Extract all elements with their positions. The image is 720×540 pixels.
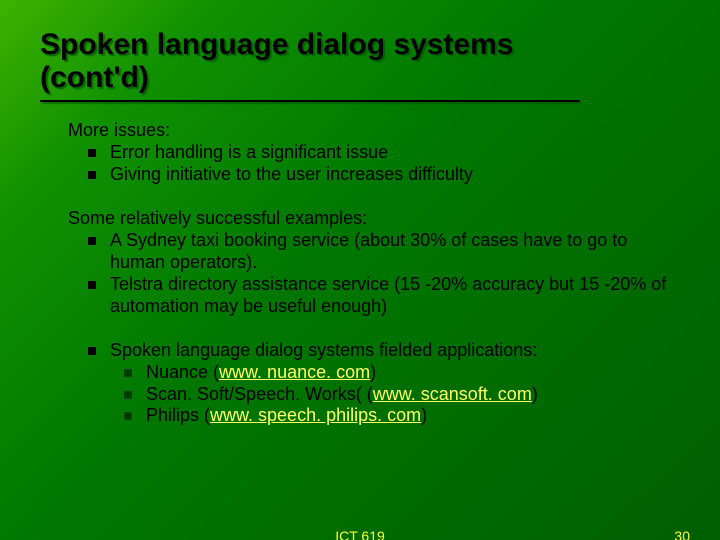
- link-suffix: ): [532, 384, 538, 404]
- link-suffix: ): [370, 362, 376, 382]
- examples-list: A Sydney taxi booking service (about 30%…: [68, 230, 680, 318]
- bullet-text: Spoken language dialog systems fielded a…: [110, 340, 537, 362]
- issues-intro: More issues:: [68, 120, 680, 142]
- square-bullet-icon: [124, 391, 132, 399]
- list-item: Spoken language dialog systems fielded a…: [88, 340, 680, 362]
- list-item: Telstra directory assistance service (15…: [88, 274, 680, 318]
- applications-sublist: Nuance (www. nuance. com) Scan. Soft/Spe…: [68, 362, 680, 428]
- square-bullet-icon: [88, 171, 96, 179]
- issues-list: Error handling is a significant issue Gi…: [68, 142, 680, 186]
- scansoft-link[interactable]: www. scansoft. com: [373, 384, 532, 404]
- philips-link[interactable]: www. speech. philips. com: [210, 405, 421, 425]
- square-bullet-icon: [88, 281, 96, 289]
- title-line-1: Spoken language dialog systems: [40, 28, 513, 61]
- sub-bullet-text: Nuance (www. nuance. com): [146, 362, 376, 384]
- bullet-text: Error handling is a significant issue: [110, 142, 388, 164]
- examples-intro: Some relatively successful examples:: [68, 208, 680, 230]
- section-examples: Some relatively successful examples: A S…: [68, 208, 680, 318]
- list-item: Giving initiative to the user increases …: [88, 164, 680, 186]
- link-prefix: Nuance (: [146, 362, 219, 382]
- square-bullet-icon: [124, 412, 132, 420]
- link-prefix: Philips (: [146, 405, 210, 425]
- slide-number: 30: [674, 528, 690, 540]
- link-suffix: ): [421, 405, 427, 425]
- sub-bullet-text: Philips (www. speech. philips. com): [146, 405, 427, 427]
- list-item: A Sydney taxi booking service (about 30%…: [88, 230, 680, 274]
- nuance-link[interactable]: www. nuance. com: [219, 362, 370, 382]
- section-issues: More issues: Error handling is a signifi…: [68, 120, 680, 186]
- slide-title: Spoken language dialog systems (cont'd): [40, 28, 680, 94]
- slide: Spoken language dialog systems (cont'd) …: [0, 0, 720, 540]
- square-bullet-icon: [124, 369, 132, 377]
- list-item: Error handling is a significant issue: [88, 142, 680, 164]
- section-applications: Spoken language dialog systems fielded a…: [68, 340, 680, 428]
- sub-bullet-text: Scan. Soft/Speech. Works( (www. scansoft…: [146, 384, 538, 406]
- bullet-text: Telstra directory assistance service (15…: [110, 274, 680, 318]
- square-bullet-icon: [88, 347, 96, 355]
- square-bullet-icon: [88, 237, 96, 245]
- title-line-2: (cont'd): [40, 61, 149, 94]
- slide-body: More issues: Error handling is a signifi…: [40, 120, 680, 427]
- title-underline: [40, 100, 580, 102]
- list-item: Nuance (www. nuance. com): [124, 362, 680, 384]
- list-item: Scan. Soft/Speech. Works( (www. scansoft…: [124, 384, 680, 406]
- applications-top: Spoken language dialog systems fielded a…: [68, 340, 680, 362]
- list-item: Philips (www. speech. philips. com): [124, 405, 680, 427]
- link-prefix: Scan. Soft/Speech. Works( (: [146, 384, 373, 404]
- square-bullet-icon: [88, 149, 96, 157]
- bullet-text: Giving initiative to the user increases …: [110, 164, 473, 186]
- footer-course-code: ICT 619: [335, 528, 385, 540]
- bullet-text: A Sydney taxi booking service (about 30%…: [110, 230, 680, 274]
